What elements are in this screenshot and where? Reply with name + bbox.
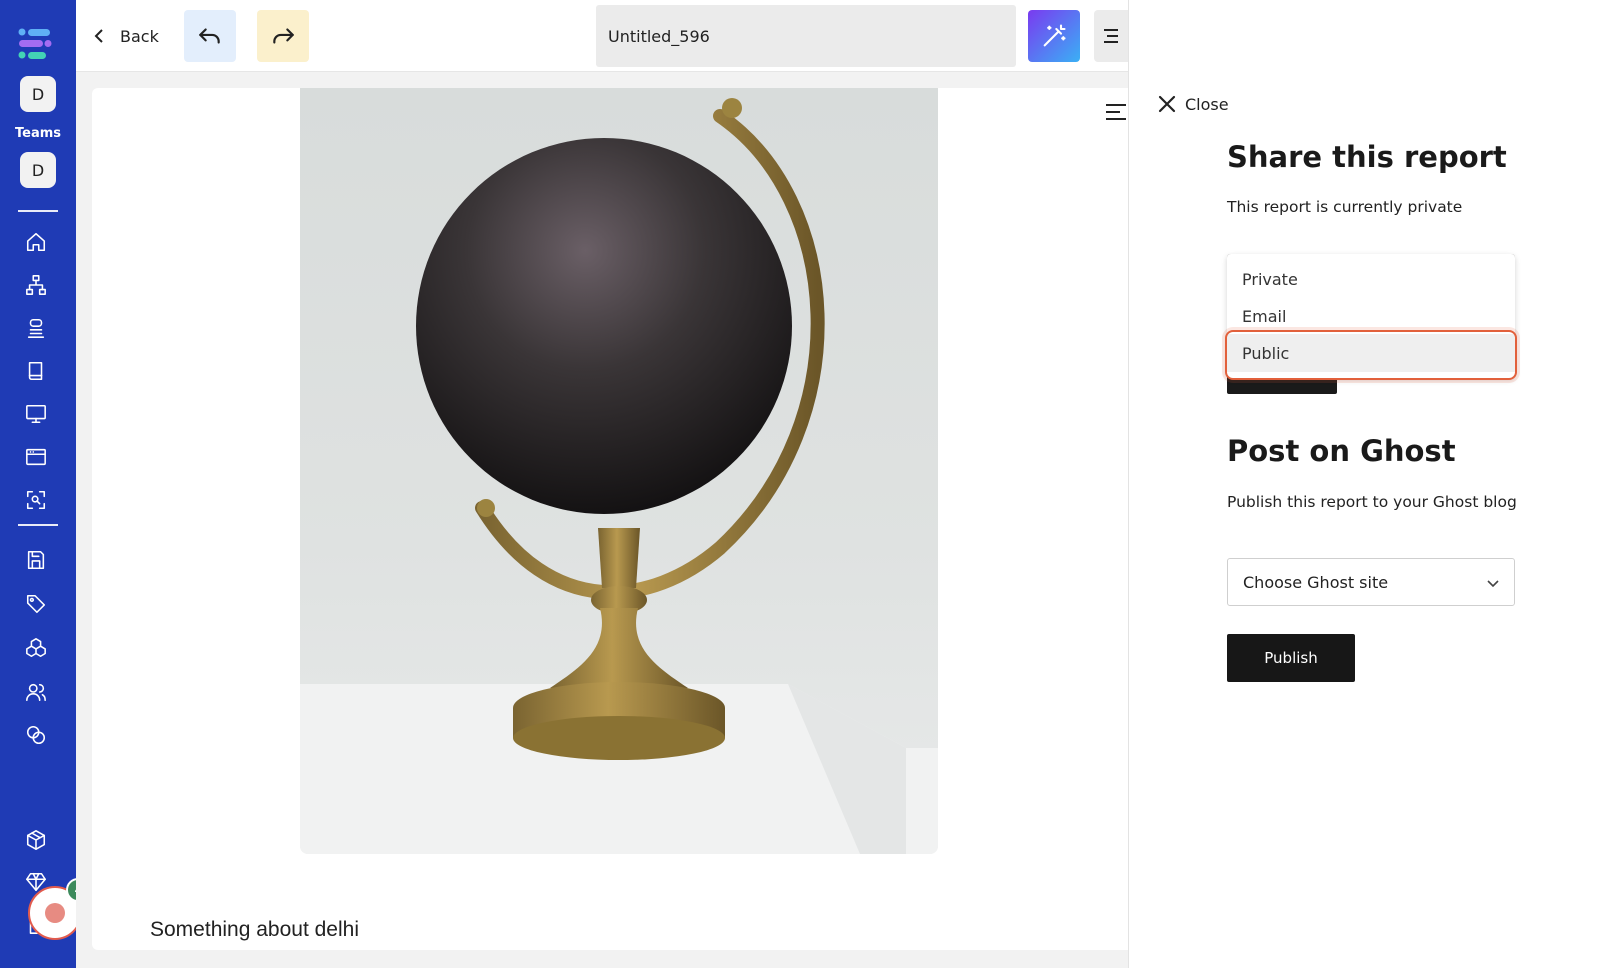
- record-icon: [45, 903, 65, 923]
- tag-icon[interactable]: [24, 592, 48, 616]
- share-panel: Close Share this report This report is c…: [1128, 0, 1608, 968]
- ghost-description: Publish this report to your Ghost blog: [1227, 493, 1517, 511]
- home-icon[interactable]: [24, 230, 48, 254]
- save-icon[interactable]: [24, 548, 48, 572]
- close-label: Close: [1185, 94, 1229, 114]
- menu-icon: [1104, 29, 1118, 43]
- stack-icon[interactable]: [24, 316, 48, 340]
- visibility-dropdown: Private Email Public: [1227, 254, 1515, 378]
- book-icon[interactable]: [24, 359, 48, 383]
- report-title-input[interactable]: [596, 5, 1016, 67]
- visibility-option-private[interactable]: Private: [1227, 260, 1515, 298]
- cubes-icon[interactable]: [24, 636, 48, 660]
- close-icon: [1158, 95, 1176, 113]
- team-avatar[interactable]: D: [20, 76, 56, 112]
- document-page[interactable]: Something about delhi: [92, 88, 1128, 950]
- visibility-option-email[interactable]: Email: [1227, 297, 1515, 335]
- ghost-site-select[interactable]: Choose Ghost site: [1227, 558, 1515, 606]
- teams-label: Teams: [14, 126, 61, 141]
- undo-button[interactable]: [184, 10, 236, 62]
- share-heading: Share this report: [1227, 140, 1507, 174]
- package-icon[interactable]: [24, 828, 48, 852]
- share-status-text: This report is currently private: [1227, 198, 1463, 216]
- chevron-down-icon: [1487, 580, 1499, 588]
- sidebar-divider: [18, 210, 58, 212]
- visibility-option-public[interactable]: Public: [1227, 334, 1515, 372]
- browser-icon[interactable]: [24, 445, 48, 469]
- monitor-icon[interactable]: [24, 402, 48, 426]
- redo-icon: [273, 28, 294, 44]
- back-button[interactable]: Back: [92, 16, 159, 56]
- back-label: Back: [120, 26, 159, 46]
- redo-button[interactable]: [257, 10, 309, 62]
- globe-image[interactable]: [300, 88, 938, 854]
- close-button[interactable]: Close: [1157, 94, 1229, 114]
- document-paragraph[interactable]: Something about delhi: [150, 918, 359, 942]
- ai-magic-button[interactable]: [1028, 10, 1080, 62]
- app-root: D Teams D 4 Back: [0, 0, 1608, 968]
- sitemap-icon[interactable]: [24, 273, 48, 297]
- app-logo-icon[interactable]: [18, 28, 54, 60]
- left-sidebar: D Teams D 4: [0, 0, 90, 968]
- users-icon[interactable]: [24, 680, 48, 704]
- menu-button[interactable]: [1094, 10, 1128, 62]
- coins-icon[interactable]: [24, 723, 48, 747]
- ghost-site-select-label: Choose Ghost site: [1243, 572, 1389, 592]
- align-menu-icon[interactable]: [1104, 102, 1128, 124]
- chevron-left-icon: [94, 29, 103, 43]
- magic-wand-icon: [1043, 24, 1066, 47]
- sidebar-divider: [18, 524, 58, 526]
- ghost-heading: Post on Ghost: [1227, 434, 1456, 468]
- publish-button[interactable]: Publish: [1227, 634, 1355, 682]
- undo-icon: [199, 28, 220, 44]
- editor-toolbar: Back: [76, 0, 1128, 72]
- team-avatar-secondary[interactable]: D: [20, 152, 56, 188]
- scan-icon[interactable]: [24, 488, 48, 512]
